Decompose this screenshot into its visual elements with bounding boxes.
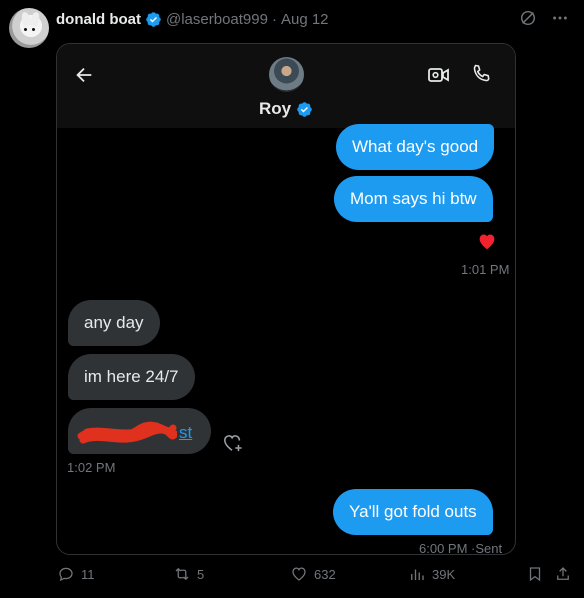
- reply-icon: [59, 567, 73, 582]
- back-arrow-icon[interactable]: [73, 64, 95, 86]
- tweet-top-actions: [518, 8, 570, 28]
- timestamp-time: 6:00 PM: [419, 541, 468, 555]
- separator: ·: [271, 10, 277, 28]
- view-count: 39K: [432, 566, 456, 582]
- contact-name: Roy: [258, 99, 292, 118]
- phone-icon[interactable]: [469, 62, 493, 86]
- message-bubble-outgoing[interactable]: What day's good: [336, 124, 495, 170]
- more-icon[interactable]: [550, 8, 570, 28]
- like-count: 632: [314, 566, 336, 582]
- add-reaction-icon[interactable]: [222, 433, 244, 453]
- avatar-ear: [29, 11, 41, 27]
- like-button[interactable]: 632: [290, 565, 336, 583]
- message-bubble-outgoing[interactable]: Mom says hi btw: [334, 176, 493, 222]
- message-timestamp: 1:01 PM: [461, 262, 510, 277]
- heart-reaction-icon: [477, 232, 499, 252]
- tweet-action-bar: 11 5 632 39K: [0, 565, 584, 589]
- video-call-icon[interactable]: [427, 63, 451, 87]
- author-handle[interactable]: @laserboat999: [166, 11, 268, 28]
- message-bubble-incoming[interactable]: any day: [68, 300, 160, 346]
- views-button[interactable]: 39K: [408, 565, 455, 583]
- share-icon: [557, 567, 569, 580]
- contact-name-row: Roy: [57, 99, 515, 119]
- message-link-fragment[interactable]: st: [179, 423, 192, 443]
- share-button[interactable]: [554, 565, 572, 583]
- reply-button[interactable]: 11: [57, 565, 95, 583]
- grok-icon[interactable]: [518, 8, 538, 28]
- bookmark-icon: [529, 567, 541, 582]
- contact-avatar[interactable]: [269, 57, 304, 92]
- reply-count: 11: [81, 566, 95, 582]
- bookmark-button[interactable]: [526, 565, 544, 583]
- message-bubble-outgoing[interactable]: Ya'll got fold outs: [333, 489, 493, 535]
- avatar-eye: [32, 28, 35, 31]
- author-avatar[interactable]: [9, 8, 49, 48]
- repost-count: 5: [197, 566, 205, 582]
- like-icon: [292, 567, 306, 581]
- repost-button[interactable]: 5: [173, 565, 204, 583]
- message-timestamp: 1:02 PM: [67, 460, 116, 475]
- verified-badge-icon: [145, 11, 162, 28]
- repost-icon: [175, 567, 189, 581]
- tweet-date[interactable]: Aug 12: [281, 11, 329, 28]
- sent-status: ·Sent: [471, 541, 503, 555]
- redaction-scribble: [77, 421, 177, 444]
- message-bubble-incoming[interactable]: im here 24/7: [68, 354, 195, 400]
- message-timestamp-sent: 6:00 PM ·Sent: [419, 541, 503, 555]
- author-name[interactable]: donald boat: [56, 11, 141, 28]
- dm-screenshot-card[interactable]: Roy What day's good Mom says hi btw 1:01…: [56, 43, 516, 555]
- dm-header: Roy: [57, 44, 515, 128]
- views-icon: [411, 569, 424, 580]
- verified-badge-icon: [296, 101, 313, 118]
- tweet-header: donald boat @laserboat999 · Aug 12: [56, 9, 329, 29]
- avatar-eye: [24, 28, 27, 31]
